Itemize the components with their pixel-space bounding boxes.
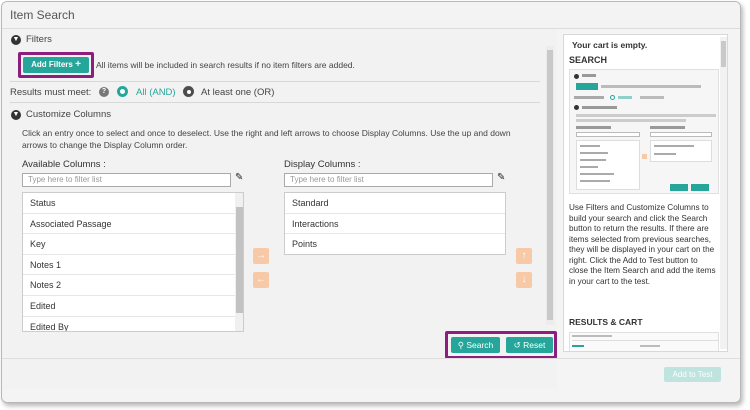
search-button-label: Search <box>466 340 494 350</box>
arrow-down-button[interactable]: ↓ <box>516 272 532 288</box>
reset-button-label: Reset <box>523 340 546 350</box>
window-title: Item Search <box>10 8 75 22</box>
list-item[interactable]: Associated Passage <box>23 214 243 235</box>
item-search-window: Item Search ▼ Filters Add Filters + All … <box>1 1 741 403</box>
option-all-and-label[interactable]: All (AND) <box>136 87 176 98</box>
search-preview-image <box>569 69 719 194</box>
list-item[interactable]: Notes 1 <box>23 255 243 276</box>
list-item[interactable]: Key <box>23 234 243 255</box>
list-item[interactable]: Edited <box>23 296 243 317</box>
reset-button[interactable]: ↺ Reset <box>506 337 553 353</box>
list-item[interactable]: Standard <box>285 193 505 214</box>
help-icon[interactable]: ? <box>99 87 109 97</box>
search-panel: ▼ Filters Add Filters + All items will b… <box>2 29 557 389</box>
search-icon: ⚲ <box>457 340 464 350</box>
eraser-icon[interactable]: ✎ <box>497 172 505 183</box>
cart-empty-text: Your cart is empty. <box>572 40 648 50</box>
add-to-test-button[interactable]: Add to Test <box>664 367 721 382</box>
divider <box>10 81 540 82</box>
display-columns-label: Display Columns : <box>284 159 361 170</box>
option-at-least-one-label[interactable]: At least one (OR) <box>201 87 274 98</box>
list-item[interactable]: Points <box>285 234 505 254</box>
chevron-down-icon[interactable]: ▼ <box>11 35 21 45</box>
radio-all-and[interactable] <box>117 86 128 97</box>
divider <box>10 102 540 103</box>
scrollbar-thumb[interactable] <box>547 50 553 320</box>
eraser-icon[interactable]: ✎ <box>235 172 243 183</box>
cart-help-text: Use Filters and Customize Columns to bui… <box>569 203 716 286</box>
plus-icon: + <box>75 59 81 70</box>
list-scrollbar[interactable] <box>235 193 243 331</box>
list-item[interactable]: Edited By <box>23 317 243 331</box>
scrollbar-thumb[interactable] <box>236 207 243 313</box>
customize-columns-heading: Customize Columns <box>26 109 111 120</box>
available-columns-list[interactable]: Status Associated Passage Key Notes 1 No… <box>22 192 244 332</box>
reset-icon: ↺ <box>513 340 521 350</box>
results-preview-image <box>569 332 719 351</box>
add-filters-label: Add Filters <box>31 60 73 69</box>
radio-at-least-one[interactable] <box>183 86 194 97</box>
chevron-down-icon[interactable]: ▼ <box>11 110 21 120</box>
title-bar: Item Search <box>2 2 740 29</box>
arrow-right-button[interactable]: → <box>253 248 269 264</box>
filters-heading: Filters <box>26 34 52 45</box>
display-filter-input[interactable]: Type here to filter list <box>284 173 493 187</box>
results-cart-heading: RESULTS & CART <box>569 317 643 327</box>
list-item[interactable]: Notes 2 <box>23 275 243 296</box>
columns-instructions: Click an entry once to select and once t… <box>22 128 511 150</box>
cart-scrollbar[interactable] <box>720 37 727 349</box>
display-columns-list[interactable]: Standard Interactions Points <box>284 192 506 255</box>
list-item[interactable]: Interactions <box>285 214 505 235</box>
available-filter-input[interactable]: Type here to filter list <box>22 173 231 187</box>
results-label: Results must meet: <box>10 87 92 98</box>
arrow-left-button[interactable]: ← <box>253 272 269 288</box>
scrollbar-thumb[interactable] <box>721 41 726 67</box>
available-columns-label: Available Columns : <box>22 159 106 170</box>
arrow-up-button[interactable]: ↑ <box>516 248 532 264</box>
main-scrollbar[interactable] <box>546 46 554 325</box>
footer-divider <box>2 358 740 359</box>
filters-note: All items will be included in search res… <box>96 60 355 70</box>
search-button[interactable]: ⚲ Search <box>451 337 500 353</box>
add-filters-button[interactable]: Add Filters + <box>23 57 89 73</box>
cart-panel: Your cart is empty. SEARCH Use Filters a… <box>563 34 728 352</box>
search-heading: SEARCH <box>569 55 608 65</box>
list-item[interactable]: Status <box>23 193 243 214</box>
